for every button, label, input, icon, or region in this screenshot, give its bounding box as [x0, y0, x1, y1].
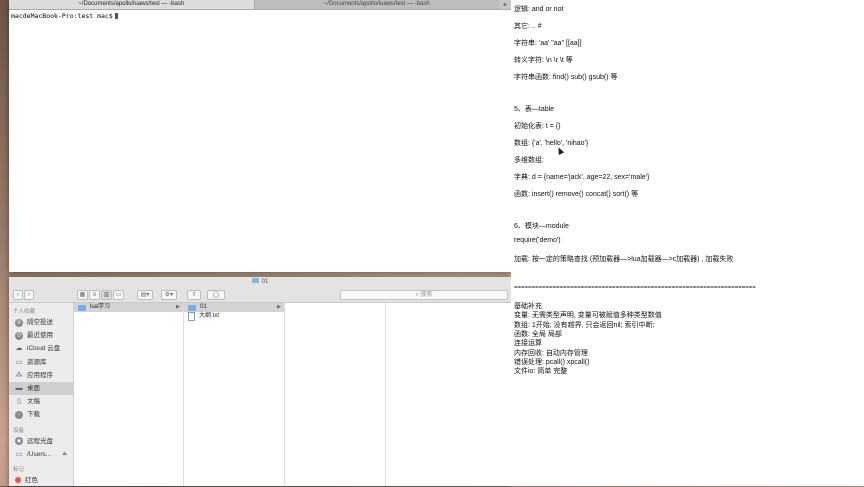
terminal-tab-active[interactable]: ~/Documents/apollo/luaws/test — -bash: [9, 0, 254, 9]
list-item-folder[interactable]: lua学习 ▶: [74, 303, 183, 312]
editor-line: 转义字符: \n \r \t 等: [514, 57, 573, 64]
sidebar-item-users-disk[interactable]: ▭ /Users... ⏏: [9, 448, 73, 461]
disk-icon: ▭: [15, 450, 23, 458]
sidebar-item-label: 隔空投送: [27, 319, 53, 327]
cloud-icon: ☁: [15, 345, 23, 353]
terminal-output[interactable]: macdeMacBook-Pro:test mac$: [9, 10, 511, 23]
editor-line: 字典: d = {name='jack', age=22, sex='male'…: [514, 174, 650, 181]
new-tab-button[interactable]: +: [499, 0, 511, 9]
sidebar-item-desktop[interactable]: ▬ 桌面: [9, 381, 73, 396]
airdrop-icon: ◎: [15, 318, 23, 327]
sidebar-item-label: 文稿: [27, 398, 40, 406]
list-item-file[interactable]: 大纲.txt: [184, 312, 284, 321]
icon-view-button[interactable]: ▦: [77, 290, 88, 300]
sidebar-item-label: /Users...: [27, 450, 52, 458]
apps-icon: ⁂: [15, 371, 23, 379]
eject-icon[interactable]: ⏏: [62, 448, 67, 461]
finder-window[interactable]: 01 ‹ › ▦ ≡ ▥ ▭ ▤▾ ⚙▾ ⇧ ◯ ⌕ 搜索 个人收藏 ◎ 隔空投送…: [9, 277, 511, 486]
terminal-tab-bar: ~/Documents/apollo/luaws/test — -bash ~/…: [9, 0, 511, 10]
sidebar-header-tags: 标记: [13, 466, 25, 473]
sidebar-item-remote-disc[interactable]: ◉ 远程光盘: [9, 435, 73, 448]
sidebar-item-label: 资源库: [27, 358, 47, 366]
list-item-folder[interactable]: 01 ▶: [184, 303, 284, 312]
sidebar-item-documents[interactable]: ▯ 文稿: [9, 395, 73, 408]
finder-toolbar: ‹ › ▦ ≡ ▥ ▭ ▤▾ ⚙▾ ⇧ ◯ ⌕ 搜索: [9, 287, 511, 303]
sidebar-item-icloud[interactable]: ☁ iCloud 云盘: [9, 342, 73, 355]
editor-line: 变量: 无需类型声明, 变量可被赋值多种类型数值: [514, 312, 662, 319]
finder-column-4: [386, 303, 510, 486]
sidebar-item-airdrop[interactable]: ◎ 隔空投送: [9, 316, 73, 329]
search-placeholder: 搜索: [420, 292, 433, 298]
disc-icon: ◉: [15, 437, 23, 446]
sidebar-item-label: 下载: [27, 411, 40, 419]
tags-button[interactable]: ◯: [207, 290, 225, 300]
search-input[interactable]: ⌕ 搜索: [340, 290, 508, 300]
item-label: lua学习: [90, 304, 111, 310]
finder-sidebar: 个人收藏 ◎ 隔空投送 ◷ 最近使用 ☁ iCloud 云盘 ▭ 资源库 ⁂ 应用程序 ▬…: [9, 303, 74, 486]
share-button[interactable]: ⇧: [187, 290, 201, 300]
terminal-tab-inactive[interactable]: ~/Documents/apollo/luaws/test — -bash: [253, 0, 499, 9]
item-label: 01: [200, 304, 207, 310]
forward-button[interactable]: ›: [24, 290, 34, 300]
editor-line: 数组: {'a', 'hello', 'nihao'}: [514, 140, 589, 147]
editor-line: 字符串: 'aa' "aa" [[aa]]: [514, 40, 582, 47]
finder-column-3: [285, 303, 386, 486]
terminal-window[interactable]: ~/Documents/apollo/luaws/test — -bash ~/…: [9, 0, 511, 272]
sidebar-item-applications[interactable]: ⁂ 应用程序: [9, 369, 73, 382]
item-label: 大纲.txt: [199, 313, 220, 319]
text-editor[interactable]: 逻辑: and or not 其它: .. # 字符串: 'aa' "aa" […: [511, 0, 864, 486]
sidebar-item-label: 桌面: [27, 385, 40, 393]
sidebar-item-downloads[interactable]: ↓ 下载: [9, 408, 73, 421]
editor-line: 文件io: 简单 完整: [514, 368, 568, 375]
editor-line: 其它: .. #: [514, 23, 542, 30]
finder-title: 01: [261, 279, 269, 285]
sidebar-item-label: 红色: [25, 476, 38, 484]
terminal-prompt: macdeMacBook-Pro:test mac$: [11, 12, 113, 20]
editor-line: 逻辑: and or not: [514, 6, 564, 13]
editor-line: 加载: 按一定的策略查找 (预加载器—>lua加载器—>c加载器) , 加载失败: [514, 256, 734, 263]
desktop-icon: ▬: [15, 385, 23, 393]
sidebar-item-label: iCloud 云盘: [27, 345, 61, 353]
clock-icon: ◷: [15, 331, 23, 340]
chevron-right-icon: ▶: [277, 304, 281, 310]
sidebar-header-favorites: 个人收藏: [13, 309, 36, 315]
finder-column-2: 01 ▶ 大纲.txt: [184, 303, 285, 486]
finder-title-bar: 01: [9, 277, 511, 287]
group-button[interactable]: ▤▾: [137, 290, 153, 300]
red-tag-icon: [15, 477, 21, 484]
chevron-right-icon: ▶: [176, 304, 180, 310]
gallery-view-button[interactable]: ▭: [113, 290, 124, 300]
list-view-button[interactable]: ≡: [89, 290, 100, 300]
back-button[interactable]: ‹: [13, 290, 23, 300]
action-gear-icon[interactable]: ⚙▾: [161, 290, 177, 300]
editor-line: 字符串函数: find() sub() gsub() 等: [514, 74, 618, 81]
sidebar-item-label: 应用程序: [27, 371, 53, 379]
finder-column-1: lua学习 ▶: [74, 303, 184, 486]
editor-line: 初始化表: t = {}: [514, 123, 561, 130]
editor-line: 5、表—table: [514, 106, 555, 113]
terminal-cursor: [114, 13, 118, 19]
sidebar-item-label: 远程光盘: [27, 437, 53, 445]
editor-line: 函数: insert() remove() concat() sort() 等: [514, 191, 639, 198]
editor-line: 多维数组:: [514, 157, 544, 164]
editor-line: require('demo'): [514, 237, 561, 244]
sidebar-item-recents[interactable]: ◷ 最近使用: [9, 329, 73, 342]
download-icon: ↓: [15, 410, 23, 419]
folder-icon: ▭: [15, 358, 23, 366]
folder-icon: [251, 278, 259, 283]
text-file-icon: [188, 312, 195, 321]
editor-line: 连接运算: [514, 340, 542, 347]
column-view-button[interactable]: ▥: [101, 290, 112, 300]
sidebar-header-devices: 设备: [13, 427, 25, 434]
folder-icon: [78, 304, 86, 311]
editor-line: 6、模块—module: [514, 223, 569, 230]
document-icon: ▯: [17, 398, 21, 406]
sidebar-item-label: 最近使用: [27, 332, 53, 340]
sidebar-item-library[interactable]: ▭ 资源库: [9, 356, 73, 369]
sidebar-item-tag-red[interactable]: 红色: [9, 474, 73, 487]
folder-icon: [188, 304, 196, 311]
editor-separator: ========================================…: [514, 285, 756, 291]
